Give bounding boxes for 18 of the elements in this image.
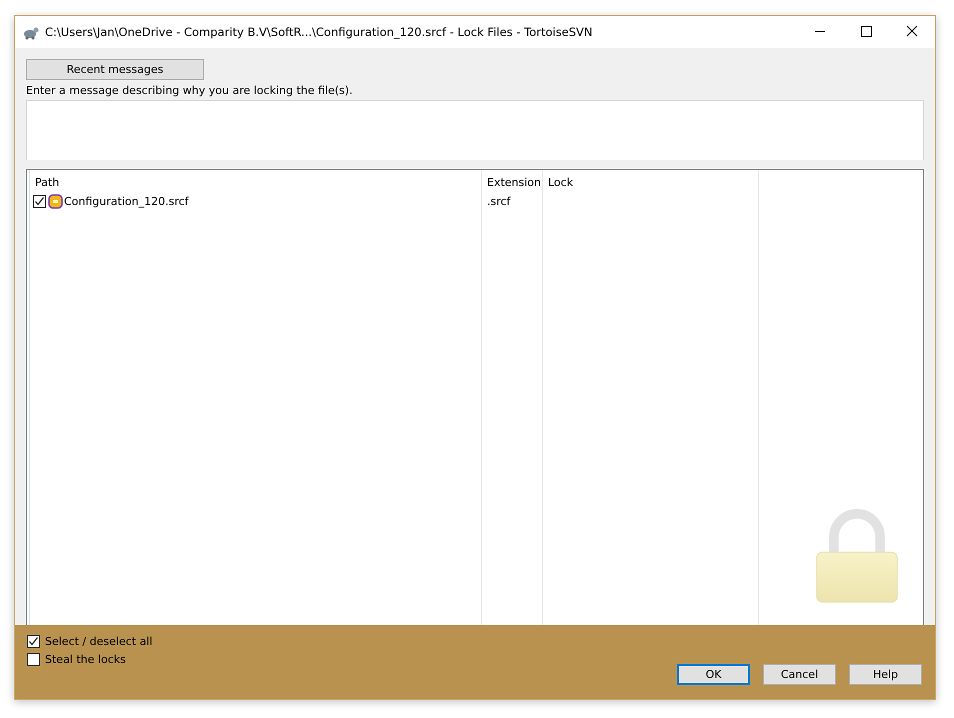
message-label: Enter a message describing why you are locking the file(s). [26,84,354,97]
cancel-button[interactable]: Cancel [763,664,836,685]
column-header[interactable]: Path [30,170,481,192]
file-icon [48,194,63,208]
window-title: C:\Users\Jan\OneDrive - Comparity B.V\SoftR...\Configuration_120.srcf - Lock Files - TortoiseSVN [45,25,594,39]
checkbox[interactable] [27,635,40,648]
column-header[interactable]: Lock [543,170,758,192]
ok-button[interactable]: OK [677,664,750,685]
checkbox-label[interactable]: Select / deselect all [45,635,152,648]
table-cell: .srcf [487,194,510,208]
help-button[interactable]: Help [849,664,922,685]
recent-messages-button[interactable]: Recent messages [26,59,204,80]
message-field[interactable] [26,100,924,160]
checkbox[interactable] [27,653,40,666]
column-header[interactable]: Extension [482,170,542,192]
checkbox[interactable] [33,194,46,208]
checkbox-label[interactable]: Steal the locks [45,653,126,666]
file-name: Configuration_120.srcf [64,194,189,208]
